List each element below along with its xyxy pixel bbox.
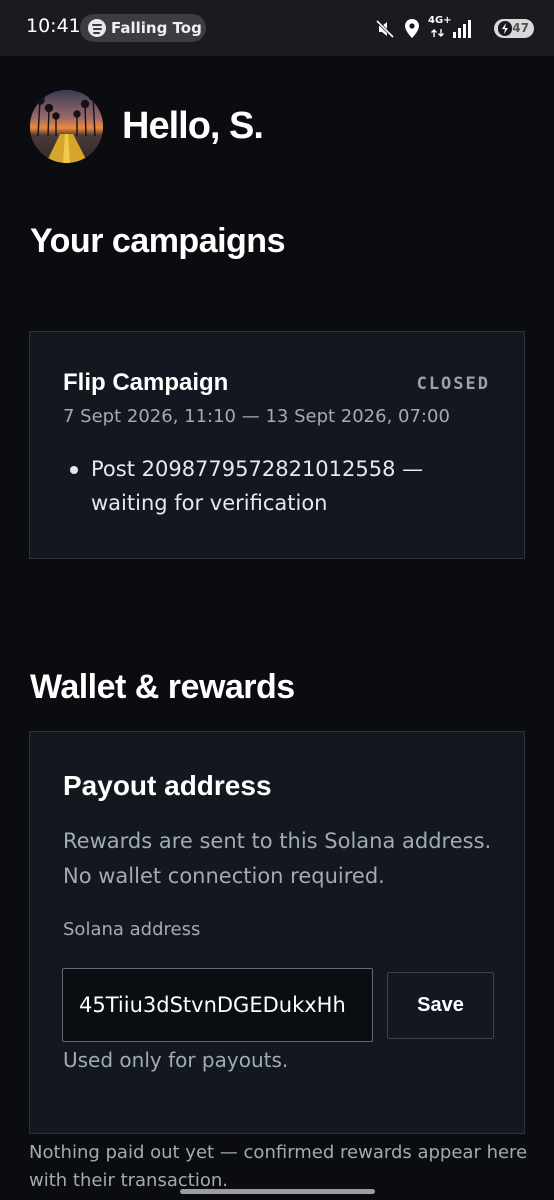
status-icons: 4G+ 47 bbox=[364, 14, 534, 42]
now-playing-text: Falling Tog bbox=[111, 19, 202, 37]
list-item: Post 2098779572821012558 — waiting for v… bbox=[70, 452, 490, 520]
charging-bolt-icon bbox=[498, 21, 512, 36]
network-type-label: 4G+ bbox=[428, 15, 452, 26]
save-button[interactable]: Save bbox=[387, 972, 494, 1039]
home-indicator[interactable] bbox=[180, 1189, 375, 1194]
spotify-icon bbox=[88, 19, 106, 37]
payout-status-note: Nothing paid out yet — confirmed rewards… bbox=[29, 1142, 528, 1191]
clock: 10:41 bbox=[26, 15, 81, 37]
battery-icon: 47 bbox=[494, 19, 534, 38]
signal-icon bbox=[453, 20, 471, 38]
solana-address-input[interactable] bbox=[62, 968, 373, 1042]
campaign-card[interactable]: Flip Campaign CLOSED 7 Sept 2026, 11:10 … bbox=[29, 331, 525, 559]
greeting: Hello, S. bbox=[122, 105, 264, 147]
status-badge: CLOSED bbox=[416, 374, 490, 394]
bullet-icon bbox=[70, 466, 78, 474]
status-bar: 10:41 Falling Tog 4G+ 47 bbox=[0, 0, 554, 56]
mute-icon bbox=[376, 20, 395, 38]
data-arrows-icon bbox=[431, 29, 444, 37]
wallet-title: Wallet & rewards bbox=[30, 668, 295, 706]
payout-card: Payout address Rewards are sent to this … bbox=[29, 731, 525, 1134]
campaign-name: Flip Campaign bbox=[63, 369, 229, 396]
campaign-dates: 7 Sept 2026, 11:10 — 13 Sept 2026, 07:00 bbox=[63, 406, 450, 427]
campaigns-title: Your campaigns bbox=[30, 222, 286, 260]
address-hint: Used only for payouts. bbox=[63, 1048, 289, 1072]
post-list: Post 2098779572821012558 — waiting for v… bbox=[70, 452, 490, 520]
payout-title: Payout address bbox=[63, 770, 272, 801]
post-status-text: Post 2098779572821012558 — waiting for v… bbox=[91, 457, 424, 515]
now-playing-pill[interactable]: Falling Tog bbox=[80, 14, 206, 42]
battery-level: 47 bbox=[512, 21, 529, 35]
location-icon bbox=[405, 19, 419, 38]
address-field-label: Solana address bbox=[63, 919, 201, 940]
payout-description: Rewards are sent to this Solana address.… bbox=[63, 829, 492, 888]
avatar[interactable] bbox=[30, 90, 103, 163]
